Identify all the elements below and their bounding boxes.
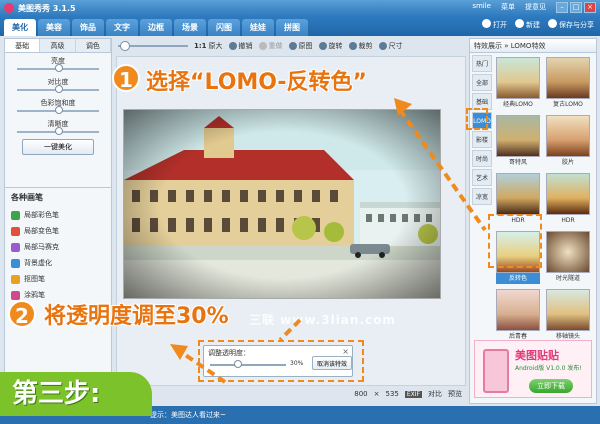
step1-instruction: 选择“LOMO-反转色” xyxy=(146,70,367,95)
step2-number: 2 xyxy=(8,300,36,328)
step1-number: 1 xyxy=(112,64,140,92)
step2-instruction: 将透明度调至30% xyxy=(44,304,229,329)
step3-badge: 第三步: xyxy=(0,372,152,416)
